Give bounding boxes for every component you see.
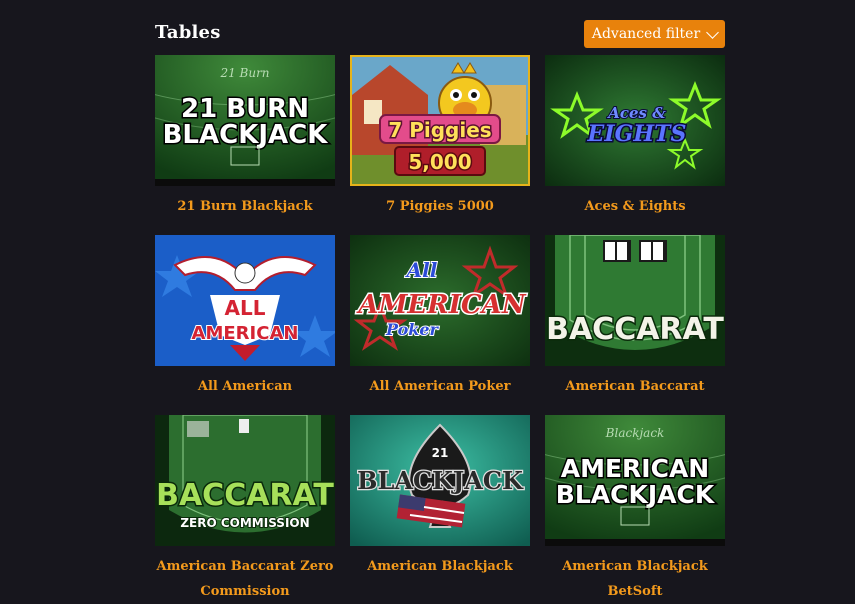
game-title[interactable]: 7 Piggies 5000 (350, 194, 530, 219)
svg-text:Poker: Poker (385, 320, 440, 339)
game-thumbnail[interactable]: ALL AMERICAN (155, 235, 335, 366)
game-thumbnail[interactable]: 21 Burn 21 BURN BLACKJACK (155, 55, 335, 186)
game-tile-all-american[interactable]: ALL AMERICAN All American (155, 235, 335, 399)
svg-text:AMERICAN: AMERICAN (192, 323, 299, 344)
svg-text:BACCARAT: BACCARAT (156, 478, 334, 513)
svg-text:EIGHTS: EIGHTS (587, 121, 687, 147)
svg-text:BLACKJACK: BLACKJACK (163, 120, 329, 150)
game-tile-american-baccarat-zero-commission[interactable]: BACCARAT ZERO COMMISSION American Baccar… (155, 415, 335, 604)
game-tile-american-baccarat[interactable]: BACCARAT American Baccarat (545, 235, 725, 399)
game-thumbnail[interactable]: 21 BLACKJACK (350, 415, 530, 546)
section-title: Tables (155, 22, 221, 43)
felt-text: 21 Burn (219, 66, 269, 80)
game-title[interactable]: American Blackjack BetSoft (545, 554, 725, 604)
svg-text:All: All (405, 258, 438, 282)
game-tile-21-burn-blackjack[interactable]: 21 Burn 21 BURN BLACKJACK 21 Burn Blackj… (155, 55, 335, 219)
advanced-filter-button[interactable]: Advanced filter (584, 20, 725, 48)
game-title[interactable]: All American Poker (350, 374, 530, 399)
chevron-down-icon (706, 25, 720, 39)
game-title[interactable]: American Baccarat Zero Commission (155, 554, 335, 604)
svg-text:BLACKJACK: BLACKJACK (556, 480, 716, 509)
game-tile-all-american-poker[interactable]: All AMERICAN Poker All American Poker (350, 235, 530, 399)
game-title[interactable]: American Blackjack (350, 554, 530, 579)
game-thumbnail[interactable]: All AMERICAN Poker (350, 235, 530, 366)
game-tile-american-blackjack[interactable]: 21 BLACKJACK American Blackjack (350, 415, 530, 579)
tables-page: Tables Advanced filter 21 Burn 21 BURN B… (0, 0, 855, 604)
svg-text:AMERICAN: AMERICAN (561, 454, 709, 483)
svg-text:ZERO COMMISSION: ZERO COMMISSION (180, 516, 309, 530)
felt-text: Blackjack (605, 426, 665, 440)
svg-text:BLACKJACK: BLACKJACK (357, 466, 524, 495)
game-thumbnail[interactable]: Blackjack AMERICAN BLACKJACK (545, 415, 725, 546)
game-thumbnail[interactable]: 7 Piggies 5,000 (350, 55, 530, 186)
svg-text:21: 21 (432, 446, 449, 460)
game-thumbnail[interactable]: BACCARAT ZERO COMMISSION (155, 415, 335, 546)
svg-text:5,000: 5,000 (408, 150, 471, 174)
game-thumbnail[interactable]: BACCARAT (545, 235, 725, 366)
game-title[interactable]: 21 Burn Blackjack (155, 194, 335, 219)
game-title[interactable]: Aces & Eights (545, 194, 725, 219)
game-tile-american-blackjack-betsoft[interactable]: Blackjack AMERICAN BLACKJACK American Bl… (545, 415, 725, 604)
svg-text:Aces &: Aces & (606, 104, 666, 122)
svg-text:ALL: ALL (225, 296, 266, 320)
game-thumbnail[interactable]: Aces & EIGHTS (545, 55, 725, 186)
svg-text:AMERICAN: AMERICAN (355, 290, 526, 320)
game-title[interactable]: American Baccarat (545, 374, 725, 399)
svg-text:BACCARAT: BACCARAT (546, 312, 724, 347)
game-title[interactable]: All American (155, 374, 335, 399)
advanced-filter-label: Advanced filter (591, 26, 701, 42)
tables-header: Tables Advanced filter (155, 20, 725, 48)
game-tile-7-piggies-5000[interactable]: 7 Piggies 5,000 7 Piggies 5000 (350, 55, 530, 219)
game-tile-aces-eights[interactable]: Aces & EIGHTS Aces & Eights (545, 55, 725, 219)
svg-text:7 Piggies: 7 Piggies (388, 118, 491, 142)
